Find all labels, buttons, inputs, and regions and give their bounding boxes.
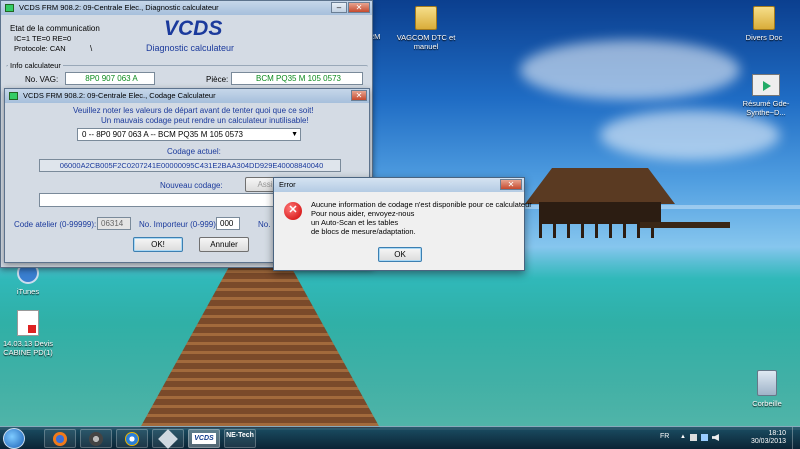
cancel-button[interactable]: Annuler [199, 237, 249, 252]
desktop-icon-vagcom[interactable]: VAGCOM DTC et manuel [386, 6, 466, 51]
close-button[interactable]: ✕ [500, 179, 522, 190]
taskbar-ie[interactable] [116, 429, 148, 448]
recycle-bin-icon [757, 370, 777, 396]
shop-code-field[interactable]: 06314 [97, 217, 131, 230]
error-dialog: Error ✕ ✕ Aucune information de codage n… [273, 177, 532, 271]
tray-icons: ▲ [680, 434, 719, 441]
error-ok-button[interactable]: OK [378, 247, 422, 262]
firefox-icon [53, 432, 67, 446]
show-desktop-button[interactable] [792, 427, 800, 449]
comm-status-group: Etat de la communication IC=1 TE=0 RE=0 … [10, 24, 100, 53]
brand-title: VCDS [164, 17, 223, 40]
tray-arrow-icon[interactable]: ▲ [680, 434, 686, 441]
desktop-icon-corbeille[interactable]: Corbeille [727, 370, 800, 408]
pdf-file-icon [17, 310, 39, 336]
error-dialog-titlebar[interactable]: Error ✕ [274, 178, 524, 192]
video-file-icon [752, 74, 780, 96]
media-player-icon [89, 432, 103, 446]
app-icon [9, 92, 18, 100]
taskbar-media[interactable] [80, 429, 112, 448]
minimize-button[interactable]: – [331, 2, 347, 13]
vag-number-field: 8P0 907 063 A [65, 72, 155, 85]
error-icon: ✕ [284, 202, 302, 220]
taskbar-tool[interactable] [152, 429, 184, 449]
language-indicator[interactable]: FR [660, 433, 669, 440]
ok-button[interactable]: OK! [133, 237, 183, 252]
warning-line-1: Veuillez noter les valeurs de départ ava… [73, 106, 314, 115]
ie-icon [125, 432, 139, 446]
taskbar-firefox[interactable] [44, 429, 76, 448]
close-button[interactable]: ✕ [348, 2, 370, 13]
desktop-icon-resume[interactable]: Résumé Gde-Synthe~D... [726, 74, 800, 117]
piece-field: BCM PQ35 M 105 0573 [231, 72, 363, 85]
volume-icon[interactable] [711, 434, 719, 441]
desktop-icon-divers-doc[interactable]: Divers Doc [724, 6, 800, 42]
folder-icon [415, 6, 437, 30]
taskbar: VCDS NE-Tech FR ▲ 18:10 30/03/2013 [0, 426, 800, 449]
controller-select[interactable]: 0 -- 8P0 907 063 A -- BCM PQ35 M 105 057… [77, 128, 301, 141]
current-coding-field: 06000A2CB005F2C0207241E00000095C431E2BAA… [39, 159, 341, 172]
close-button[interactable]: ✕ [351, 90, 367, 101]
taskbar-vcds[interactable]: VCDS [188, 429, 220, 448]
coding-window-titlebar[interactable]: VCDS FRM 908.2: 09-Centrale Elec., Codag… [5, 89, 369, 103]
folder-icon [753, 6, 775, 30]
brand-subtitle: Diagnostic calculateur [146, 43, 235, 53]
activity-indicator: \ [90, 44, 93, 53]
network-icon[interactable] [700, 434, 708, 441]
desktop-icon-devis[interactable]: 14.03.13 Devis CABINE PD(1) [0, 310, 68, 357]
taskbar-netech[interactable]: NE-Tech [224, 429, 256, 448]
start-button[interactable] [3, 428, 25, 449]
error-message: Aucune information de codage n'est dispo… [311, 200, 532, 236]
tool-icon [158, 429, 178, 449]
flag-icon[interactable] [689, 434, 697, 441]
chevron-down-icon: ▼ [291, 131, 298, 138]
importer-number-field[interactable]: 000 [216, 217, 240, 230]
main-window-titlebar[interactable]: VCDS FRM 908.2: 09-Centrale Elec., Diagn… [1, 1, 372, 15]
app-icon [5, 4, 14, 12]
clock[interactable]: 18:10 30/03/2013 [751, 430, 786, 446]
warning-line-2: Un mauvais codage peut rendre un calcula… [101, 116, 309, 125]
